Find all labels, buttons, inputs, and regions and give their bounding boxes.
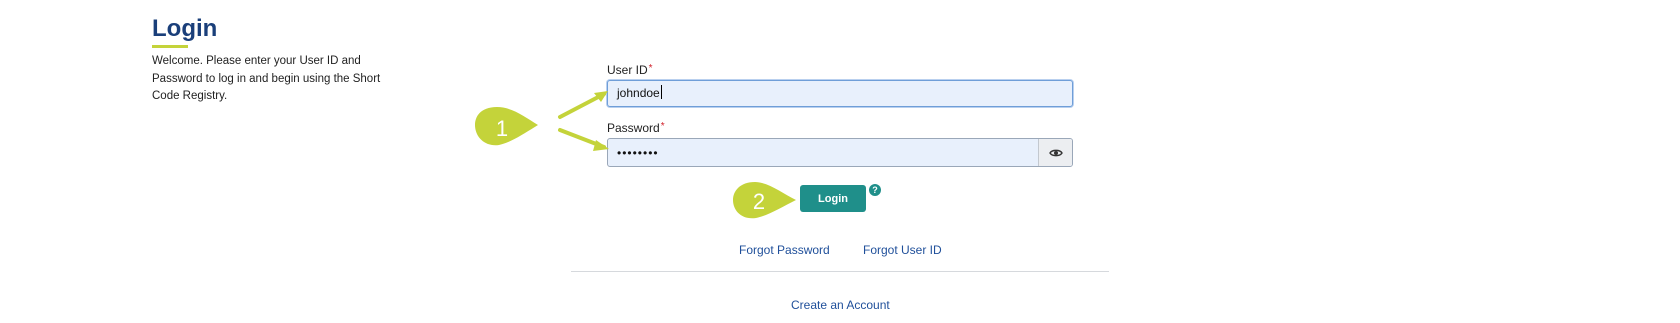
intro-description: Welcome. Please enter your User ID and P…	[152, 53, 402, 106]
password-input[interactable]: ••••••••	[608, 146, 1038, 160]
forgot-user-id-link[interactable]: Forgot User ID	[863, 243, 942, 257]
login-page: Login Welcome. Please enter your User ID…	[0, 0, 1680, 323]
page-title: Login	[152, 15, 218, 42]
create-account-link[interactable]: Create an Account	[791, 298, 890, 312]
title-underline	[152, 45, 188, 48]
user-id-label: User ID*	[607, 63, 653, 77]
required-marker: *	[660, 121, 665, 132]
forgot-password-link[interactable]: Forgot Password	[739, 243, 830, 257]
required-marker: *	[648, 63, 653, 74]
intro-line-3: Code Registry.	[152, 90, 228, 102]
text-caret	[660, 85, 662, 99]
callout-2-number: 2	[752, 189, 766, 214]
intro-line-2: Password to log in and begin using the S…	[152, 72, 381, 85]
eye-icon	[1048, 149, 1063, 156]
intro-line-1: Welcome. Please enter your User ID and	[152, 55, 361, 67]
login-button[interactable]: Login	[800, 185, 866, 212]
callout-1-number: 1	[495, 116, 509, 141]
user-id-label-text: User ID	[607, 63, 648, 77]
intro-panel: Login Welcome. Please enter your User ID…	[152, 14, 402, 106]
user-id-input[interactable]: johndoe	[607, 80, 1073, 107]
divider	[571, 271, 1109, 272]
password-field: ••••••••	[607, 138, 1073, 167]
show-password-button[interactable]	[1038, 139, 1072, 166]
question-circle-icon[interactable]: ?	[869, 184, 881, 196]
user-id-value: johndoe	[617, 86, 660, 100]
